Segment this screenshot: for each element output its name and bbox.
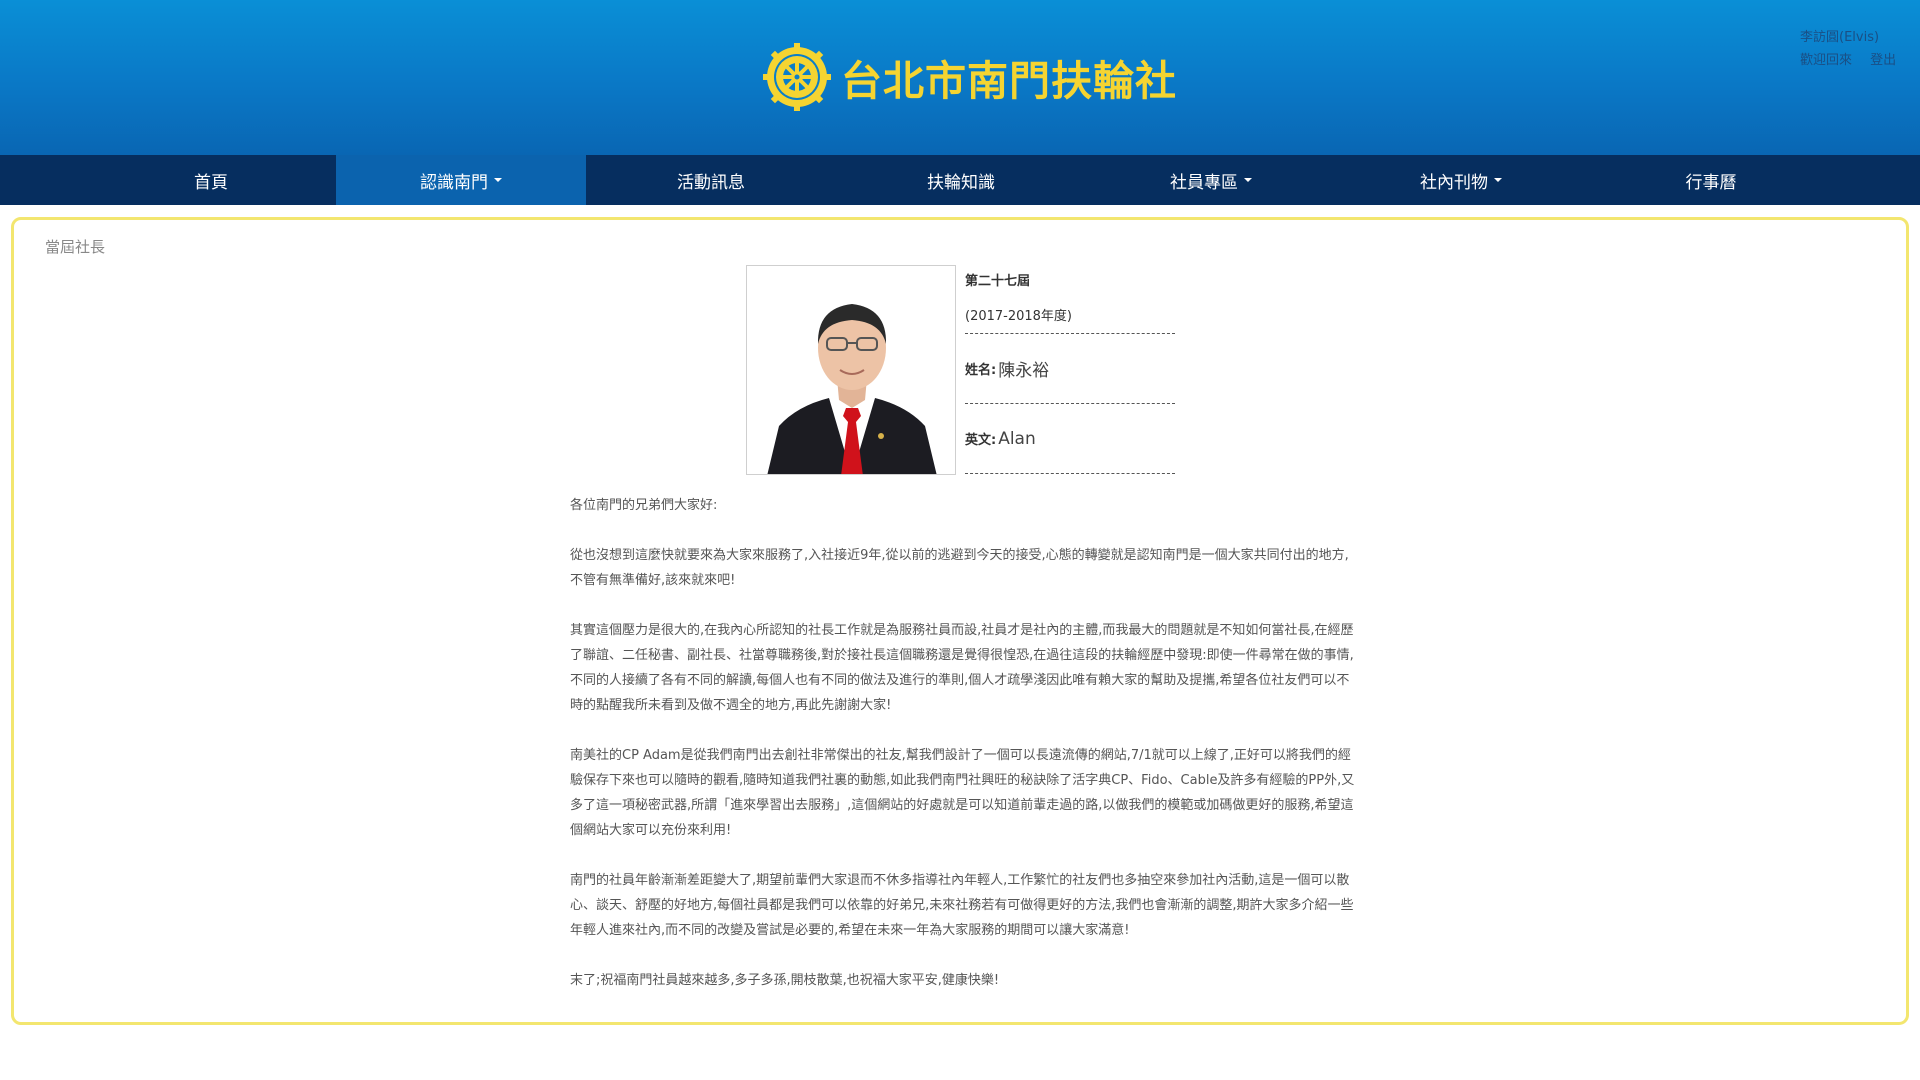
caret-down-icon	[494, 178, 502, 182]
main-nav: 首頁 認識南門 活動訊息 扶輪知識 社員專區 社內刊物 行事曆	[0, 155, 1920, 205]
nav-item-knowledge[interactable]: 扶輪知識	[836, 155, 1086, 205]
president-english-name: Alan	[998, 428, 1036, 449]
user-actions: 歡迎回來 登出	[1800, 49, 1896, 72]
president-name: 陳永裕	[998, 361, 1050, 381]
caret-down-icon	[1244, 178, 1252, 182]
nav-item-label: 社內刊物	[1420, 172, 1488, 193]
user-name: 李訪圓(Elvis)	[1800, 30, 1880, 45]
name-label: 姓名:	[965, 363, 997, 378]
letter-paragraph: 南門的社員年齡漸漸差距變大了,期望前輩們大家退而不休多指導社內年輕人,工作繁忙的…	[570, 873, 1354, 938]
nav-item-label: 認識南門	[420, 172, 488, 193]
nav-item-about[interactable]: 認識南門	[336, 155, 586, 205]
welcome-text: 歡迎回來	[1800, 53, 1853, 68]
president-english-row: 英文: Alan	[965, 404, 1175, 474]
president-photo	[746, 265, 956, 475]
content-panel: 當屆社長 第二十七屆 (2017-2018年度) 姓名: 陳永裕 英文: Ala…	[11, 217, 1909, 1025]
nav-item-home[interactable]: 首頁	[86, 155, 336, 205]
president-year: (2017-2018年度)	[965, 299, 1175, 334]
english-label: 英文:	[965, 433, 997, 448]
president-letter: 各位南門的兄弟們大家好: 從也沒想到這麼快就要來為大家來服務了,入社接近9年,從…	[570, 493, 1360, 1018]
club-name: 台北市南門扶輪社	[841, 57, 1177, 105]
nav-item-publications[interactable]: 社內刊物	[1336, 155, 1586, 205]
user-area: 李訪圓(Elvis) 歡迎回來 登出	[1800, 26, 1896, 72]
nav-item-calendar[interactable]: 行事曆	[1586, 155, 1836, 205]
rotary-wheel-icon	[763, 43, 831, 111]
nav-item-label: 活動訊息	[677, 172, 745, 193]
nav-item-events[interactable]: 活動訊息	[586, 155, 836, 205]
letter-paragraph: 其實這個壓力是很大的,在我內心所認知的社長工作就是為服務社員而設,社員才是社內的…	[570, 623, 1354, 713]
letter-paragraph: 從也沒想到這麼快就要來為大家來服務了,入社接近9年,從以前的逃避到今天的接受,心…	[570, 548, 1349, 588]
breadcrumb: 當屆社長	[45, 238, 106, 256]
nav-item-label: 扶輪知識	[927, 172, 995, 193]
letter-paragraph: 南美社的CP Adam是從我們南門出去創社非常傑出的社友,幫我們設計了一個可以長…	[570, 748, 1355, 838]
nav-item-label: 社員專區	[1170, 172, 1238, 193]
logout-link[interactable]: 登出	[1870, 53, 1896, 68]
president-term: 第二十七屆	[965, 274, 1031, 289]
nav-item-members[interactable]: 社員專區	[1086, 155, 1336, 205]
club-brand[interactable]: 台北市南門扶輪社	[763, 42, 1177, 112]
caret-down-icon	[1494, 178, 1502, 182]
president-info: 第二十七屆 (2017-2018年度) 姓名: 陳永裕 英文: Alan	[965, 265, 1175, 474]
president-name-row: 姓名: 陳永裕	[965, 334, 1175, 404]
nav-item-label: 行事曆	[1685, 172, 1737, 193]
letter-greeting: 各位南門的兄弟們大家好:	[570, 498, 718, 513]
letter-closing: 末了;祝福南門社員越來越多,多子多孫,開枝散葉,也祝福大家平安,健康快樂!	[570, 973, 1000, 988]
president-portrait-image	[747, 266, 955, 474]
nav-item-label: 首頁	[194, 172, 228, 193]
site-header: 台北市南門扶輪社 李訪圓(Elvis) 歡迎回來 登出	[0, 0, 1920, 155]
